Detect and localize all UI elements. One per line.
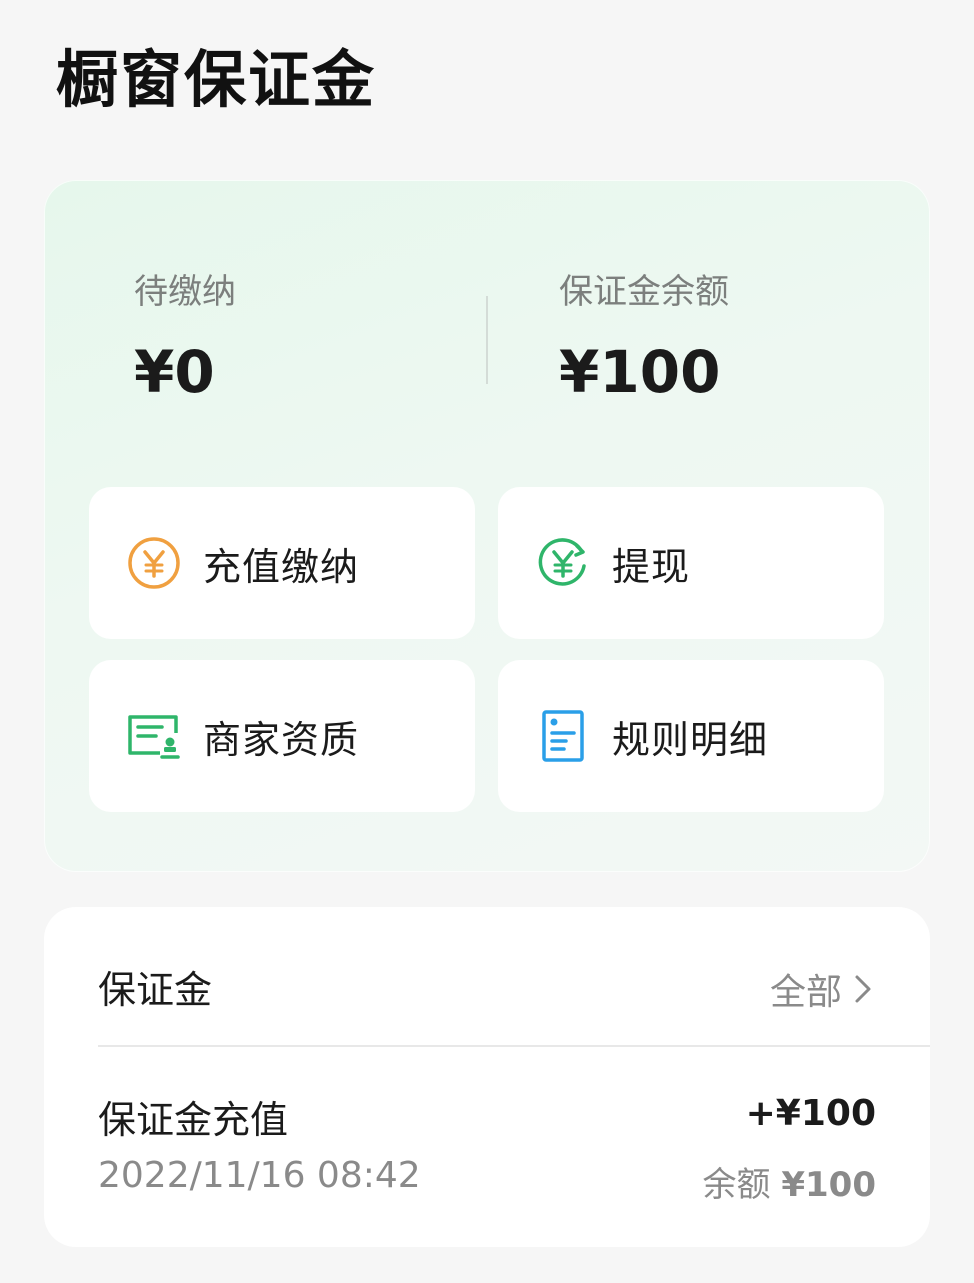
deposit-summary-card: 待缴纳 ¥0 保证金余额 ¥100 充值缴纳 提现 商家资质 规则明细	[44, 180, 930, 872]
record-amount: +¥100	[745, 1093, 876, 1134]
withdraw-label: 提现	[612, 544, 691, 589]
recharge-label: 充值缴纳	[203, 544, 360, 589]
record-date: 2022/11/16 08:42	[98, 1155, 421, 1196]
certificate-icon	[125, 707, 183, 765]
yen-coin-icon	[125, 534, 183, 592]
chevron-right-icon	[852, 973, 878, 1005]
records-divider	[98, 1045, 930, 1047]
stat-divider	[486, 296, 488, 384]
yen-refresh-icon	[534, 534, 592, 592]
record-balance: 余额 ¥100	[703, 1157, 876, 1206]
balance-stat: 保证金余额 ¥100	[559, 270, 729, 404]
balance-label: 保证金余额	[559, 272, 729, 312]
record-balance-value: ¥100	[781, 1165, 876, 1205]
view-all-link[interactable]: 全部	[770, 963, 878, 1015]
rules-detail-label: 规则明细	[612, 717, 769, 762]
withdraw-button[interactable]: 提现	[498, 487, 884, 639]
deposit-records-card: 保证金 全部 保证金充值 2022/11/16 08:42 +¥100 余额 ¥…	[44, 907, 930, 1247]
record-title: 保证金充值	[98, 1098, 289, 1142]
pending-value: ¥0	[134, 338, 215, 406]
records-header: 保证金	[98, 968, 213, 1012]
page-title: 橱窗保证金	[56, 43, 377, 116]
merchant-qualification-label: 商家资质	[203, 717, 360, 762]
merchant-qualification-button[interactable]: 商家资质	[89, 660, 475, 812]
record-balance-label: 余额	[702, 1165, 771, 1205]
view-all-label: 全部	[769, 972, 842, 1013]
recharge-button[interactable]: 充值缴纳	[89, 487, 475, 639]
balance-value: ¥100	[559, 338, 721, 406]
pending-stat: 待缴纳 ¥0	[134, 270, 236, 404]
rules-detail-button[interactable]: 规则明细	[498, 660, 884, 812]
document-icon	[534, 707, 592, 765]
pending-label: 待缴纳	[134, 272, 236, 312]
